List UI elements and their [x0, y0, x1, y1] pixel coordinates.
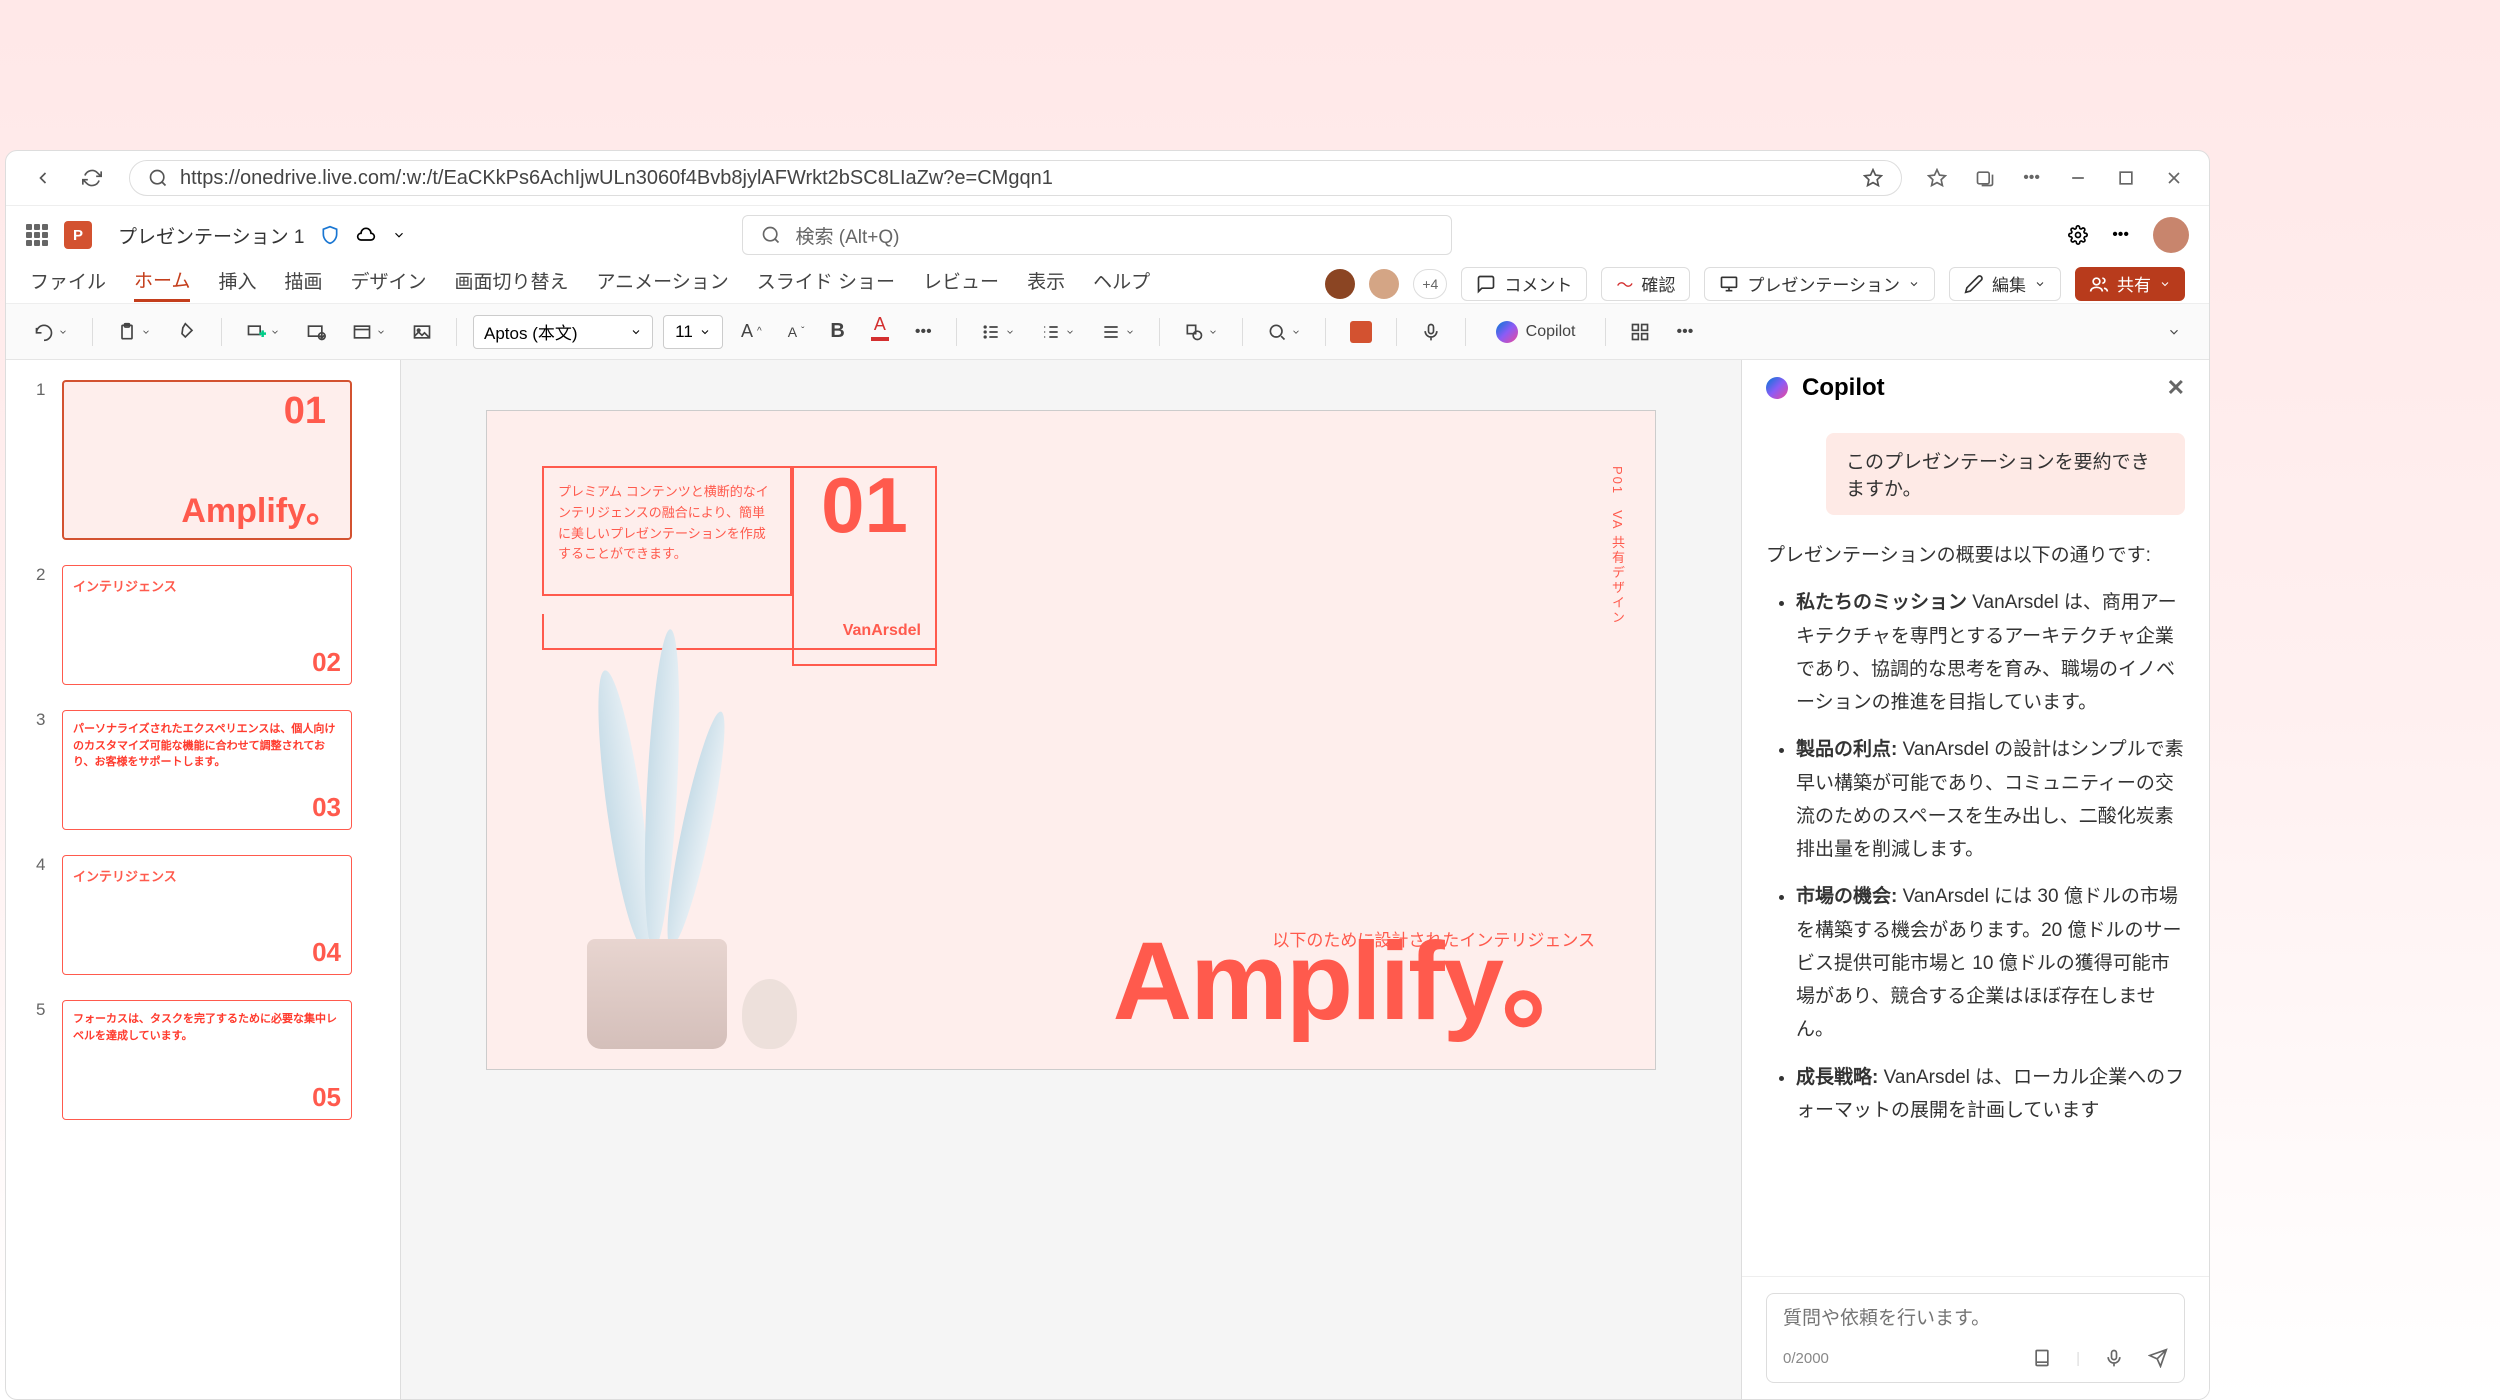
copilot-icon [1496, 321, 1518, 343]
find-button[interactable] [1259, 314, 1309, 350]
share-button[interactable]: 共有 [2075, 267, 2185, 301]
mic-icon[interactable] [2104, 1348, 2124, 1368]
maximize-icon[interactable] [2116, 168, 2136, 188]
search-icon [148, 168, 168, 188]
app-launcher-icon[interactable] [26, 224, 48, 246]
decrease-font-button[interactable]: Aˇ [780, 314, 813, 350]
book-icon[interactable] [2032, 1348, 2052, 1368]
increase-font-button[interactable]: A^ [733, 314, 770, 350]
current-slide[interactable]: プレミアム コンテンツと横断的なインテリジェンスの融合により、簡単に美しいプレゼ… [486, 410, 1656, 1070]
tab-design[interactable]: デザイン [350, 267, 426, 300]
edit-button[interactable]: 編集 [1949, 267, 2061, 301]
tab-help[interactable]: ヘルプ [1093, 267, 1150, 300]
copilot-panel: Copilot ✕ このプレゼンテーションを要約できますか。 プレゼンテーション… [1741, 360, 2209, 1399]
designer-button[interactable] [1342, 314, 1380, 350]
more-icon[interactable]: ••• [2023, 169, 2040, 187]
copilot-input[interactable]: 0/2000 | [1766, 1293, 2185, 1383]
more-icon[interactable]: ••• [2112, 226, 2129, 244]
collaborator-avatar[interactable] [1325, 269, 1355, 299]
numbering-button[interactable] [1033, 314, 1083, 350]
shapes-button[interactable] [1176, 314, 1226, 350]
close-icon[interactable]: ✕ [2167, 375, 2185, 401]
new-slide-button[interactable] [238, 314, 288, 350]
confirm-button[interactable]: 〜確認 [1601, 267, 1690, 301]
slide-thumb-1[interactable]: 01 Amplify。 [62, 380, 352, 540]
more-font-button[interactable]: ••• [907, 314, 940, 350]
format-painter-button[interactable] [169, 314, 205, 350]
collections-icon[interactable] [1975, 168, 1995, 188]
collapse-ribbon-button[interactable] [2159, 314, 2189, 350]
plant-image [527, 629, 807, 1049]
url-bar[interactable]: https://onedrive.live.com/:w:/t/EaCKkPs6… [129, 160, 1902, 196]
minimize-icon[interactable] [2068, 168, 2088, 188]
layout-button[interactable] [344, 314, 394, 350]
dictate-button[interactable] [1413, 314, 1449, 350]
tab-view[interactable]: 表示 [1027, 267, 1065, 300]
refresh-button[interactable] [80, 166, 104, 190]
slide-intro-text[interactable]: プレミアム コンテンツと横断的なインテリジェンスの融合により、簡単に美しいプレゼ… [542, 466, 792, 596]
slide-thumb-4[interactable]: インテリジェンス 04 [62, 855, 352, 975]
tab-file[interactable]: ファイル [30, 267, 106, 300]
slide-title[interactable]: Amplify。 [1113, 891, 1610, 1051]
copilot-icon [1766, 377, 1788, 399]
collaborator-avatar[interactable] [1369, 269, 1399, 299]
tab-slideshow[interactable]: スライド ショー [757, 267, 895, 300]
align-button[interactable] [1093, 314, 1143, 350]
send-icon[interactable] [2148, 1348, 2168, 1368]
close-icon[interactable] [2164, 168, 2184, 188]
slide-canvas[interactable]: プレミアム コンテンツと横断的なインテリジェンスの融合により、簡単に美しいプレゼ… [401, 360, 1741, 1399]
user-prompt-bubble: このプレゼンテーションを要約できますか。 [1826, 433, 2185, 515]
favorite-icon[interactable] [1863, 168, 1883, 188]
picture-button[interactable] [404, 314, 440, 350]
copilot-title: Copilot [1802, 374, 1885, 402]
settings-icon[interactable] [2068, 225, 2088, 245]
copilot-input-field[interactable] [1783, 1308, 2168, 1330]
cloud-sync-icon[interactable] [356, 225, 376, 245]
undo-button[interactable] [26, 314, 76, 350]
more-ribbon-button[interactable]: ••• [1668, 314, 1701, 350]
tab-home[interactable]: ホーム [134, 266, 190, 302]
shield-icon[interactable] [320, 225, 340, 245]
slide-thumb-3[interactable]: パーソナライズされたエクスペリエンスは、個人向けのカスタマイズ可能な機能に合わせ… [62, 710, 352, 830]
slide-thumb-5[interactable]: フォーカスは、タスクを完了するために必要な集中レベルを達成しています。 05 [62, 1000, 352, 1120]
char-counter: 0/2000 [1783, 1350, 1829, 1367]
more-collaborators[interactable]: +4 [1413, 269, 1447, 299]
slide-thumbnails: 1 01 Amplify。 2 インテリジェンス 02 3 パーソナライズされた… [6, 360, 401, 1399]
grid-view-button[interactable] [1622, 314, 1658, 350]
bullets-button[interactable] [973, 314, 1023, 350]
slide-thumb-2[interactable]: インテリジェンス 02 [62, 565, 352, 685]
bold-button[interactable]: B [822, 314, 852, 350]
search-input[interactable]: 検索 (Alt+Q) [742, 215, 1452, 255]
tab-insert[interactable]: 挿入 [218, 267, 256, 300]
tab-review[interactable]: レビュー [923, 267, 999, 300]
tab-transitions[interactable]: 画面切り替え [455, 267, 569, 300]
chevron-down-icon[interactable] [392, 225, 406, 245]
user-avatar[interactable] [2153, 217, 2189, 253]
powerpoint-icon: P [64, 221, 92, 249]
font-color-button[interactable]: A [863, 314, 897, 350]
back-button[interactable] [31, 166, 55, 190]
slide-side-label: P01 VA 共有デザイン [1608, 466, 1627, 625]
thumb-number: 1 [36, 380, 50, 540]
document-title[interactable]: プレゼンテーション 1 [118, 222, 304, 249]
tab-animations[interactable]: アニメーション [597, 267, 729, 300]
font-size-select[interactable]: 11 [663, 315, 723, 349]
paste-button[interactable] [109, 314, 159, 350]
search-icon [761, 225, 781, 245]
reuse-slide-button[interactable] [298, 314, 334, 350]
search-placeholder: 検索 (Alt+Q) [795, 222, 899, 249]
presentation-button[interactable]: プレゼンテーション [1704, 267, 1935, 301]
url-text: https://onedrive.live.com/:w:/t/EaCKkPs6… [180, 167, 1851, 190]
copilot-response: プレゼンテーションの概要は以下の通りです: 私たちのミッション VanArsde… [1766, 539, 2185, 1127]
tab-draw[interactable]: 描画 [284, 267, 322, 300]
copilot-button[interactable]: Copilot [1482, 314, 1590, 350]
font-select[interactable]: Aptos (本文) [473, 315, 653, 349]
comment-button[interactable]: コメント [1461, 267, 1587, 301]
favorites-icon[interactable] [1927, 168, 1947, 188]
